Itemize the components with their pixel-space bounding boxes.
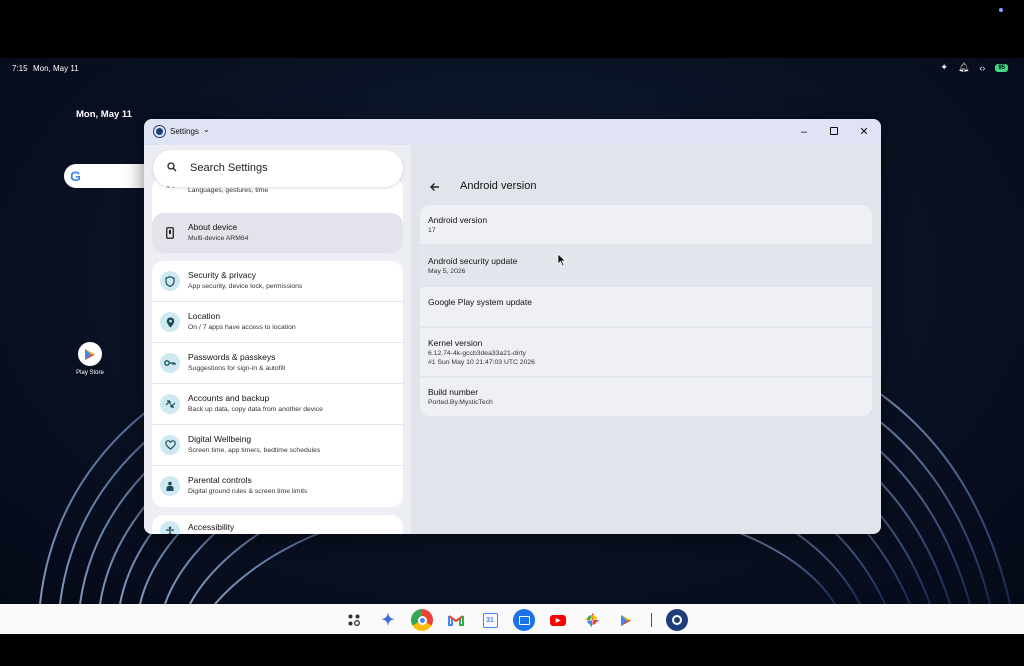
play-store-icon	[78, 342, 102, 366]
nav-group-accessibility: Accessibility	[152, 515, 403, 534]
gmail-icon[interactable]	[445, 609, 467, 631]
nav-item-security-privacy[interactable]: Security & privacy App security, device …	[152, 261, 403, 302]
accessibility-icon	[160, 521, 180, 534]
mouse-cursor-icon	[557, 253, 567, 267]
nav-item-title: Digital Wellbeing	[188, 434, 252, 444]
nav-item-accessibility[interactable]: Accessibility	[152, 515, 403, 534]
status-date: Mon, May 11	[33, 64, 79, 73]
maximize-icon	[830, 127, 838, 135]
nav-item-passwords-passkeys[interactable]: Passwords & passkeys Suggestions for sig…	[152, 343, 403, 384]
nav-item-title: Parental controls	[188, 475, 252, 485]
nav-item-subtitle: Languages, gestures, time	[188, 187, 269, 194]
status-icons[interactable]: ✦ 🔔︎ ‹› 95	[940, 62, 1008, 73]
window-titlebar[interactable]: Settings ⌄ – ✕	[144, 119, 881, 145]
close-button[interactable]: ✕	[855, 123, 873, 141]
settings-icon[interactable]	[666, 609, 688, 631]
chrome-icon[interactable]	[411, 609, 433, 631]
status-bar: 7:15 Mon, May 11 ✦ 🔔︎ ‹› 95	[0, 58, 1024, 78]
network-icon[interactable]: ‹›	[979, 63, 985, 73]
info-row-kernel-version[interactable]: Kernel version 6.12.74-4k-gccb3dea33a21-…	[420, 328, 872, 376]
back-arrow-icon[interactable]	[427, 179, 443, 195]
photos-icon[interactable]	[581, 609, 603, 631]
key-icon	[160, 353, 180, 373]
info-row-value: May 5, 2026	[428, 268, 466, 275]
maximize-button[interactable]	[825, 123, 843, 141]
window-title[interactable]: Settings	[170, 127, 199, 136]
search-placeholder: Search Settings	[190, 162, 268, 174]
files-icon[interactable]	[513, 609, 535, 631]
info-row-build-number[interactable]: Build number Ported.By.MysticTech	[420, 378, 872, 416]
wellbeing-heart-icon	[160, 435, 180, 455]
settings-window: Settings ⌄ – ✕ Search Settings ●● Langua…	[144, 119, 881, 534]
play-store-label: Play Store	[76, 370, 104, 376]
nav-item-subtitle: Digital ground rules & screen time limit…	[188, 488, 308, 495]
taskbar-apps: ✦ 31 ▶	[343, 609, 688, 631]
info-row-title: Google Play system update	[428, 297, 532, 307]
info-row-title: Build number	[428, 387, 479, 397]
info-row-security-update[interactable]: Android security update May 5, 2026	[420, 246, 872, 285]
nav-item-digital-wellbeing[interactable]: Digital Wellbeing Screen time, app timer…	[152, 425, 403, 466]
nav-item-subtitle: On / 7 apps have access to location	[188, 324, 296, 331]
nav-item-accounts-backup[interactable]: Accounts and backup Back up data, copy d…	[152, 384, 403, 425]
desktop-date-widget[interactable]: Mon, May 11	[76, 109, 132, 120]
gemini-icon[interactable]: ✦	[377, 609, 399, 631]
nav-item-subtitle: App security, device lock, permissions	[188, 283, 303, 290]
device-icon	[162, 225, 178, 241]
play-store-icon[interactable]	[615, 609, 637, 631]
info-row-title: Android security update	[428, 256, 518, 266]
search-icon	[167, 162, 177, 172]
shield-icon	[160, 271, 180, 291]
settings-nav-pane: Search Settings ●● Languages, gestures, …	[144, 145, 411, 534]
sparkle-icon[interactable]: ✦	[940, 62, 948, 73]
nav-item-title: Security & privacy	[188, 270, 257, 280]
info-row-value: 6.12.74-4k-gccb3dea33a21-dirty	[428, 350, 526, 357]
calendar-icon[interactable]: 31	[479, 609, 501, 631]
taskbar: ✦ 31 ▶	[0, 604, 1024, 634]
info-row-value-line2: #1 Sun May 10 21:47:03 UTC 2026	[428, 359, 535, 366]
page-title: Android version	[460, 180, 537, 192]
calendar-day: 31	[482, 612, 498, 628]
info-row-title: Android version	[428, 215, 488, 225]
nav-item-subtitle: Back up data, copy data from another dev…	[188, 406, 323, 413]
nav-item-title: About device	[188, 222, 238, 232]
launcher-icon[interactable]	[343, 609, 365, 631]
parental-icon	[160, 476, 180, 496]
camera-indicator-icon	[999, 8, 1003, 12]
nav-group-main: Security & privacy App security, device …	[152, 261, 403, 507]
chevron-down-icon[interactable]: ⌄	[203, 125, 210, 134]
nav-item-title: Accessibility	[188, 522, 235, 532]
info-row-title: Kernel version	[428, 338, 483, 348]
accounts-sync-icon	[160, 394, 180, 414]
location-pin-icon	[160, 312, 180, 332]
settings-app-icon	[154, 126, 165, 137]
nav-item-parental-controls[interactable]: Parental controls Digital ground rules &…	[152, 466, 403, 507]
nav-item-location[interactable]: Location On / 7 apps have access to loca…	[152, 302, 403, 343]
nav-item-subtitle: Screen time, app timers, bedtime schedul…	[188, 447, 321, 454]
nav-item-about-device[interactable]: About device Multi-device ARM64	[152, 213, 403, 253]
nav-item-title: Passwords & passkeys	[188, 352, 276, 362]
notification-icon[interactable]: 🔔︎	[958, 62, 969, 73]
info-row-value: Ported.By.MysticTech	[428, 399, 493, 406]
info-row-android-version[interactable]: Android version 17	[420, 205, 872, 244]
nav-item-title: Accounts and backup	[188, 393, 270, 403]
screen: 7:15 Mon, May 11 ✦ 🔔︎ ‹› 95 Mon, May 11 …	[0, 0, 1024, 666]
minimize-button[interactable]: –	[795, 123, 813, 141]
taskbar-divider	[651, 613, 652, 627]
search-settings-input[interactable]: Search Settings	[153, 150, 403, 187]
nav-item-subtitle: Suggestions for sign-in & autofill	[188, 365, 286, 372]
info-row-value: 17	[428, 227, 436, 234]
play-store-shortcut[interactable]: Play Store	[74, 342, 106, 376]
youtube-icon[interactable]: ▶	[547, 609, 569, 631]
nav-item-subtitle: Multi-device ARM64	[188, 235, 249, 242]
battery-icon[interactable]: 95	[995, 63, 1008, 72]
status-time: 7:15	[12, 64, 28, 73]
info-row-play-system-update[interactable]: Google Play system update	[420, 287, 872, 326]
google-icon: G	[70, 168, 81, 184]
android-version-pane: Android version Android version 17 Andro…	[411, 145, 881, 534]
nav-item-title: Location	[188, 311, 221, 321]
